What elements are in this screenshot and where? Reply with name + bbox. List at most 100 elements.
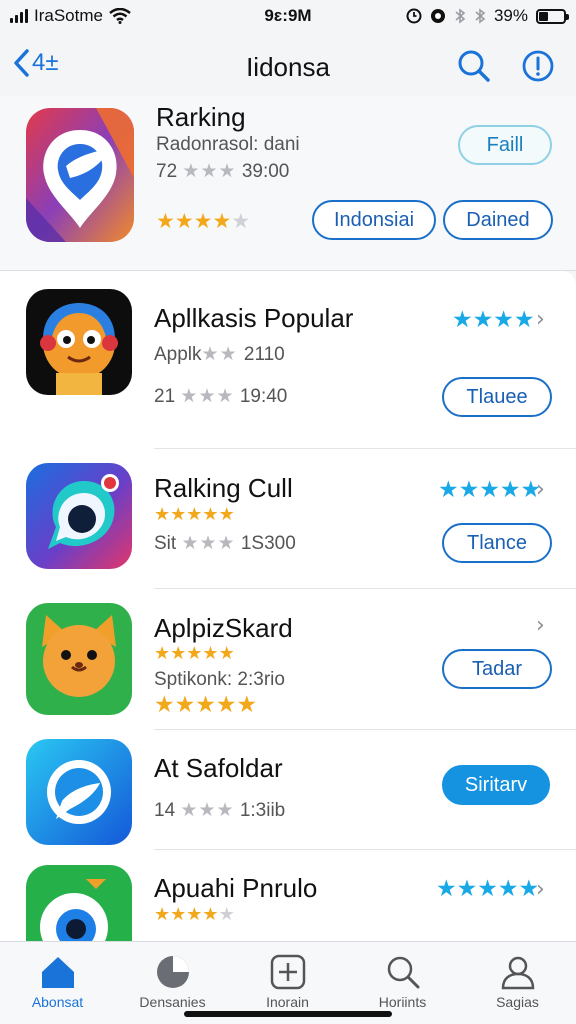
tab-home[interactable]: Abonsat	[0, 942, 115, 1024]
star-icon: ★	[452, 306, 473, 332]
star-icon: ★	[186, 504, 203, 524]
app-meta2-1: 21 ★★★ 19:40	[154, 385, 287, 408]
signal-icon	[10, 9, 28, 23]
back-button[interactable]: 4±	[12, 48, 59, 78]
battery-icon	[536, 8, 569, 24]
battery-percent: 39%	[493, 6, 528, 25]
app-rating-3: ★★★★★	[154, 644, 235, 662]
carrier-label: IraSotme	[34, 6, 103, 25]
app-icon-3[interactable]	[26, 603, 132, 715]
app-meta-2-right: 1S300	[240, 533, 296, 554]
featured-rating: ★★★★★	[156, 211, 250, 232]
app-action-button-2[interactable]: Tlance	[442, 523, 552, 563]
star-icon: ★	[479, 476, 500, 502]
star-icon: ★	[215, 691, 237, 717]
back-label: 4±	[32, 49, 59, 76]
star-icon: ★	[170, 904, 187, 924]
search-icon[interactable]	[456, 48, 492, 84]
chevron-right-icon[interactable]: ›	[536, 613, 545, 638]
star-icon: ★	[174, 210, 194, 233]
app-rating-blue-5: ★★★★★	[436, 877, 539, 900]
featured-section: Rarking Radonrasol: dani 72 ★★★ 39:00 ★★…	[0, 96, 576, 270]
star-icon: ★	[477, 875, 498, 901]
row-divider	[154, 849, 576, 850]
app-action-button-3[interactable]: Tadar	[442, 649, 552, 689]
battery-fill	[539, 11, 549, 21]
app-meta-4: 14 ★★★ 1:3iib	[154, 799, 285, 822]
meta-stars-icon: ★★	[201, 344, 244, 365]
star-icon: ★	[218, 504, 235, 524]
home-indicator	[184, 1011, 392, 1017]
app-title-2: Ralking Cull	[154, 473, 293, 503]
app-icon-2[interactable]	[26, 463, 132, 569]
row-divider	[154, 729, 576, 730]
star-icon: ★	[493, 306, 514, 332]
lock-rotation-icon	[430, 9, 445, 23]
tab-label: Inorain	[266, 994, 309, 1010]
featured-meta-left: 72	[156, 161, 178, 182]
app-title-4: At Safoldar	[154, 753, 283, 783]
featured-button-1[interactable]: Indonsiai	[312, 200, 436, 240]
search-icon	[387, 956, 420, 989]
featured-meta-right: 39:00	[241, 161, 290, 182]
star-icon: ★	[456, 875, 478, 901]
star-icon: ★	[186, 904, 203, 924]
chevron-right-icon[interactable]: ›	[536, 307, 545, 332]
star-icon: ★	[186, 643, 203, 663]
app-meta-1-left: Applk	[154, 344, 202, 365]
alarm-icon	[406, 8, 422, 24]
star-icon: ★	[170, 643, 187, 663]
app-rating-2: ★★★★★	[154, 505, 235, 523]
tab-label: Abonsat	[31, 994, 84, 1010]
star-icon: ★	[154, 504, 171, 524]
star-icon: ★	[202, 643, 219, 663]
featured-meta: 72 ★★★ 39:00	[156, 160, 289, 183]
tab-label: Densanies	[139, 994, 206, 1010]
info-icon[interactable]	[520, 48, 556, 84]
star-icon: ★	[472, 306, 494, 332]
bluetooth-icon-2	[475, 8, 486, 24]
app-rating-5: ★★★★★	[154, 905, 235, 923]
meta-stars-icon: ★★★	[182, 161, 237, 182]
star-icon: ★	[458, 476, 480, 502]
app-title-3: AplpizSkard	[154, 613, 293, 643]
star-icon: ★	[202, 904, 219, 924]
app-icon-5[interactable]	[26, 865, 132, 941]
app-action-button-4[interactable]: Siritarv	[442, 765, 550, 805]
chevron-right-icon[interactable]: ›	[536, 477, 545, 502]
app-title-5: Apuahi Pnrulo	[154, 873, 318, 903]
app-icon-4[interactable]	[26, 739, 132, 845]
app-action-button-1[interactable]: Tlauee	[442, 377, 552, 417]
featured-app-icon[interactable]	[26, 108, 134, 242]
star-icon: ★	[154, 904, 171, 924]
star-icon: ★	[236, 691, 258, 717]
star-icon: ★	[436, 875, 457, 901]
star-icon: ★	[499, 476, 521, 502]
star-icon: ★	[174, 691, 196, 717]
status-right: 39%	[406, 6, 569, 26]
app-rating2-3: ★★★★★	[154, 693, 257, 716]
star-icon: ★	[156, 210, 175, 233]
featured-button-2[interactable]: Dained	[443, 200, 553, 240]
app-rating-blue-1: ★★★★	[452, 308, 535, 331]
featured-title: Rarking	[156, 102, 246, 132]
tab-label: Horiints	[378, 994, 427, 1010]
star-icon: ★	[195, 691, 216, 717]
app-meta-4-right: 1:3iib	[239, 800, 286, 821]
star-icon: ★	[497, 875, 519, 901]
wifi-icon	[109, 8, 131, 24]
add-square-icon	[270, 954, 306, 990]
app-meta-3: Sptikonk: 2:3rio	[154, 669, 285, 690]
status-bar: IraSotme 9ɛ:9M 39%	[0, 0, 576, 32]
app-rating-blue-2: ★★★★★	[438, 478, 541, 501]
tab-profile[interactable]: Sagias	[460, 942, 575, 1024]
chevron-left-icon	[14, 49, 29, 77]
app-icon-1[interactable]	[26, 289, 132, 395]
chevron-right-icon[interactable]: ›	[536, 877, 545, 902]
status-left: IraSotme	[10, 6, 131, 26]
app-meta2-1-right: 19:40	[239, 386, 288, 407]
featured-action-button[interactable]: Faill	[458, 125, 552, 165]
pie-chart-icon	[157, 956, 189, 988]
star-icon: ★	[513, 306, 535, 332]
app-meta-4-left: 14	[154, 800, 176, 821]
